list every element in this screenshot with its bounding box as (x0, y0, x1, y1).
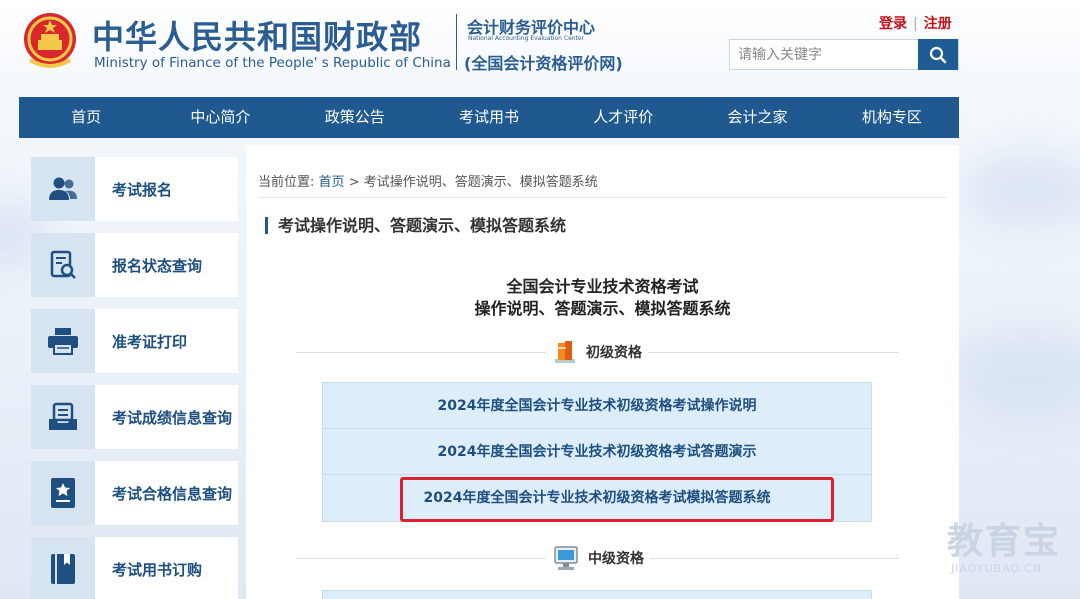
level-divider-left (296, 352, 546, 353)
sidebar-item-admission-print[interactable]: 准考证打印 (31, 309, 238, 373)
breadcrumb-home-link[interactable]: 首页 (319, 175, 345, 190)
nav-books[interactable]: 考试用书 (422, 97, 556, 138)
watermark-cn: 教育宝 (947, 521, 1062, 562)
breadcrumb-prefix: 当前位置: (258, 175, 315, 190)
sidebar-item-score-query[interactable]: 考试成绩信息查询 (31, 385, 238, 449)
computer-icon (554, 546, 578, 570)
auth-separator: | (913, 16, 918, 32)
national-emblem-icon (24, 13, 76, 68)
printer-icon (31, 309, 95, 373)
level-tag: 初级资格 (546, 337, 648, 367)
certificate-icon (31, 461, 95, 525)
auth-links: 登录 | 注册 (879, 13, 952, 33)
sidebar-item-label: 考试用书订购 (112, 560, 203, 579)
level-header-junior: 初级资格 (296, 337, 899, 367)
level-label-junior: 初级资格 (586, 345, 642, 361)
link-junior-demo[interactable]: 2024年度全国会计专业技术初级资格考试答题演示 (323, 429, 871, 475)
level-label-intermediate: 中级资格 (588, 551, 644, 567)
breadcrumb-divider (258, 197, 946, 198)
sidebar-item-label: 考试报名 (112, 180, 173, 199)
level-tag: 中级资格 (546, 543, 650, 573)
nav-talent[interactable]: 人才评价 (556, 97, 690, 138)
junior-links-list: 2024年度全国会计专业技术初级资格考试操作说明 2024年度全国会计专业技术初… (322, 382, 872, 522)
sidebar-item-pass-query[interactable]: 考试合格信息查询 (31, 461, 238, 525)
watermark-en: JIAOYUBAO.CN (951, 562, 1043, 575)
link-junior-mock-system[interactable]: 2024年度全国会计专业技术初级资格考试模拟答题系统 (323, 475, 871, 521)
sidebar-item-label: 准考证打印 (112, 332, 188, 351)
breadcrumb-separator: > (348, 175, 360, 190)
site-header: 中华人民共和国财政部 Ministry of Finance of the Pe… (0, 0, 1080, 97)
search-icon (929, 46, 947, 63)
page-heading-line1: 全国会计专业技术资格考试 (506, 277, 699, 296)
sidebar-item-label: 考试成绩信息查询 (112, 408, 233, 427)
main-content: 当前位置: 首页 > 考试操作说明、答题演示、模拟答题系统 考试操作说明、答题演… (246, 145, 959, 599)
score-tray-icon (31, 385, 95, 449)
breadcrumb: 当前位置: 首页 > 考试操作说明、答题演示、模拟答题系统 (258, 171, 598, 190)
level-divider-right (648, 352, 899, 353)
level-header-intermediate: 中级资格 (296, 543, 899, 573)
login-link[interactable]: 登录 (879, 16, 907, 32)
sidebar-item-status-query[interactable]: 报名状态查询 (31, 233, 238, 297)
nav-institutions[interactable]: 机构专区 (825, 97, 959, 138)
users-icon (31, 157, 95, 221)
link-junior-instructions[interactable]: 2024年度全国会计专业技术初级资格考试操作说明 (323, 383, 871, 429)
header-divider (456, 14, 457, 70)
main-nav: 首页 中心简介 政策公告 考试用书 人才评价 会计之家 机构专区 (19, 97, 959, 138)
book-icon (31, 537, 95, 599)
nav-about[interactable]: 中心简介 (153, 97, 287, 138)
sidebar-item-registration[interactable]: 考试报名 (31, 157, 238, 221)
section-title: 考试操作说明、答题演示、模拟答题系统 (265, 217, 566, 234)
watermark: 教育宝 JIAOYUBAO.CN (947, 521, 1062, 576)
page-heading-line2: 操作说明、答题演示、模拟答题系统 (474, 299, 731, 318)
search-box (729, 39, 959, 70)
level-divider-left (296, 558, 546, 559)
ministry-title-cn: 中华人民共和国财政部 (92, 18, 423, 56)
search-input[interactable] (730, 40, 919, 69)
center-title-en: National Accounting Evaluation Center (468, 35, 585, 42)
ministry-title-en: Ministry of Finance of the People' s Rep… (94, 55, 451, 71)
level-divider-right (648, 558, 899, 559)
books-icon (555, 341, 575, 363)
register-link[interactable]: 注册 (924, 16, 952, 32)
sidebar-item-label: 考试合格信息查询 (112, 484, 233, 503)
sidebar-item-label: 报名状态查询 (112, 256, 203, 275)
document-search-icon (31, 233, 95, 297)
nav-home[interactable]: 首页 (19, 97, 153, 138)
sidebar: 考试报名 报名状态查询 准考证打印 考试成绩信息查询 考试合格信息查询 考试用书… (31, 157, 238, 599)
intermediate-links-list (322, 590, 872, 599)
search-button[interactable] (918, 39, 958, 70)
sidebar-item-book-order[interactable]: 考试用书订购 (31, 537, 238, 599)
center-subtitle: (全国会计资格评价网) (464, 54, 623, 73)
breadcrumb-current: 考试操作说明、答题演示、模拟答题系统 (363, 175, 598, 190)
nav-policy[interactable]: 政策公告 (288, 97, 422, 138)
nav-accounting-home[interactable]: 会计之家 (690, 97, 824, 138)
